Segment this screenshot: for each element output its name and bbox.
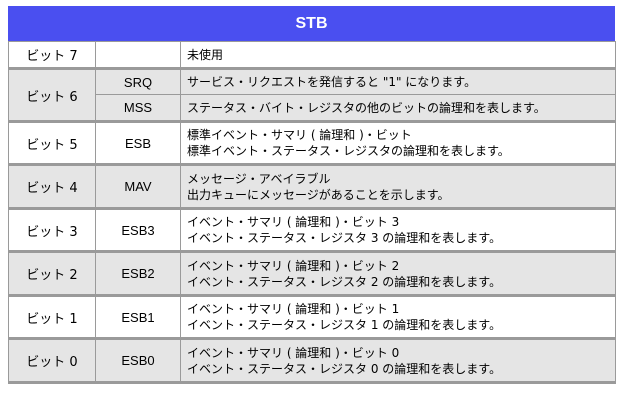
description-line-2: イベント・ステータス・レジスタ 3 の論理和を表します。 [187,231,502,245]
bit-description: イベント・サマリ ( 論理和 )・ビット 3 イベント・ステータス・レジスタ 3… [180,208,616,253]
bit-label: ビット 7 [8,41,96,70]
table-title: STB [8,6,615,41]
description-line-1: イベント・サマリ ( 論理和 )・ビット 2 [187,258,400,273]
bit-description: メッセージ・アベイラブル 出力キューにメッセージがあることを示します。 [180,164,616,210]
description-line-1: イベント・サマリ ( 論理和 )・ビット 0 [187,345,400,360]
table-row-bit3: ビット 3 ESB3 イベント・サマリ ( 論理和 )・ビット 3 イベント・ス… [8,208,616,253]
table-row-bit2: ビット 2 ESB2 イベント・サマリ ( 論理和 )・ビット 2 イベント・ス… [8,251,616,297]
description-line-1: イベント・サマリ ( 論理和 )・ビット 3 [187,215,400,229]
bit-label: ビット 0 [8,338,96,384]
bit-code: SRQ [95,68,181,95]
bit-description: 未使用 [180,41,616,70]
description-line-2: イベント・ステータス・レジスタ 2 の論理和を表します。 [187,274,502,289]
bit-description: イベント・サマリ ( 論理和 )・ビット 0 イベント・ステータス・レジスタ 0… [180,338,616,384]
description-line-2: イベント・ステータス・レジスタ 1 の論理和を表します。 [187,318,502,332]
description-line-1: メッセージ・アベイラブル [187,171,331,186]
table-row-bit1: ビット 1 ESB1 イベント・サマリ ( 論理和 )・ビット 1 イベント・ス… [8,295,616,340]
table-row-bit4: ビット 4 MAV メッセージ・アベイラブル 出力キューにメッセージがあることを… [8,164,616,210]
bit-code: MSS [95,94,181,123]
bit-description: ステータス・バイト・レジスタの他のビットの論理和を表します。 [180,94,616,123]
description-line-2: イベント・ステータス・レジスタ 0 の論理和を表します。 [187,361,502,376]
stb-register-table: STB ビット 7 未使用 ビット 6 SRQ サービス・リクエストを発信すると… [8,6,616,384]
bit-label: ビット 4 [8,164,96,210]
description-line-2: 標準イベント・ステータス・レジスタの論理和を表します。 [187,144,510,158]
bit-label: ビット 5 [8,121,96,166]
bit-description: 標準イベント・サマリ ( 論理和 )・ビット 標準イベント・ステータス・レジスタ… [180,121,616,166]
table-row-bit6-mss: MSS ステータス・バイト・レジスタの他のビットの論理和を表します。 [9,94,616,123]
table-row-bit0: ビット 0 ESB0 イベント・サマリ ( 論理和 )・ビット 0 イベント・ス… [8,338,616,384]
description-line-1: 標準イベント・サマリ ( 論理和 )・ビット [187,128,412,142]
description-line-1: イベント・サマリ ( 論理和 )・ビット 1 [187,302,400,316]
table-row-bit7: ビット 7 未使用 [8,41,616,70]
table-row-bit5: ビット 5 ESB 標準イベント・サマリ ( 論理和 )・ビット 標準イベント・… [8,121,616,166]
bit-description: イベント・サマリ ( 論理和 )・ビット 2 イベント・ステータス・レジスタ 2… [180,251,616,297]
bit-description: サービス・リクエストを発信すると "1" になります。 [180,68,616,95]
bit-table: ビット 7 未使用 ビット 6 SRQ サービス・リクエストを発信すると "1"… [8,41,616,384]
bit-code: ESB3 [95,208,181,253]
bit-code: MAV [95,164,181,210]
bit-code: ESB [95,121,181,166]
bit-description: イベント・サマリ ( 論理和 )・ビット 1 イベント・ステータス・レジスタ 1… [180,295,616,340]
description-line-2: 出力キューにメッセージがあることを示します。 [187,187,450,202]
bit-label: ビット 1 [8,295,96,340]
bit-code [95,41,181,70]
bit-label: ビット 2 [8,251,96,297]
bit-label: ビット 6 [8,68,96,123]
bit-code: ESB2 [95,251,181,297]
bit-code: ESB0 [95,338,181,384]
bit-label: ビット 3 [8,208,96,253]
table-row-bit6-srq: ビット 6 SRQ サービス・リクエストを発信すると "1" になります。 [8,68,616,123]
bit-code: ESB1 [95,295,181,340]
